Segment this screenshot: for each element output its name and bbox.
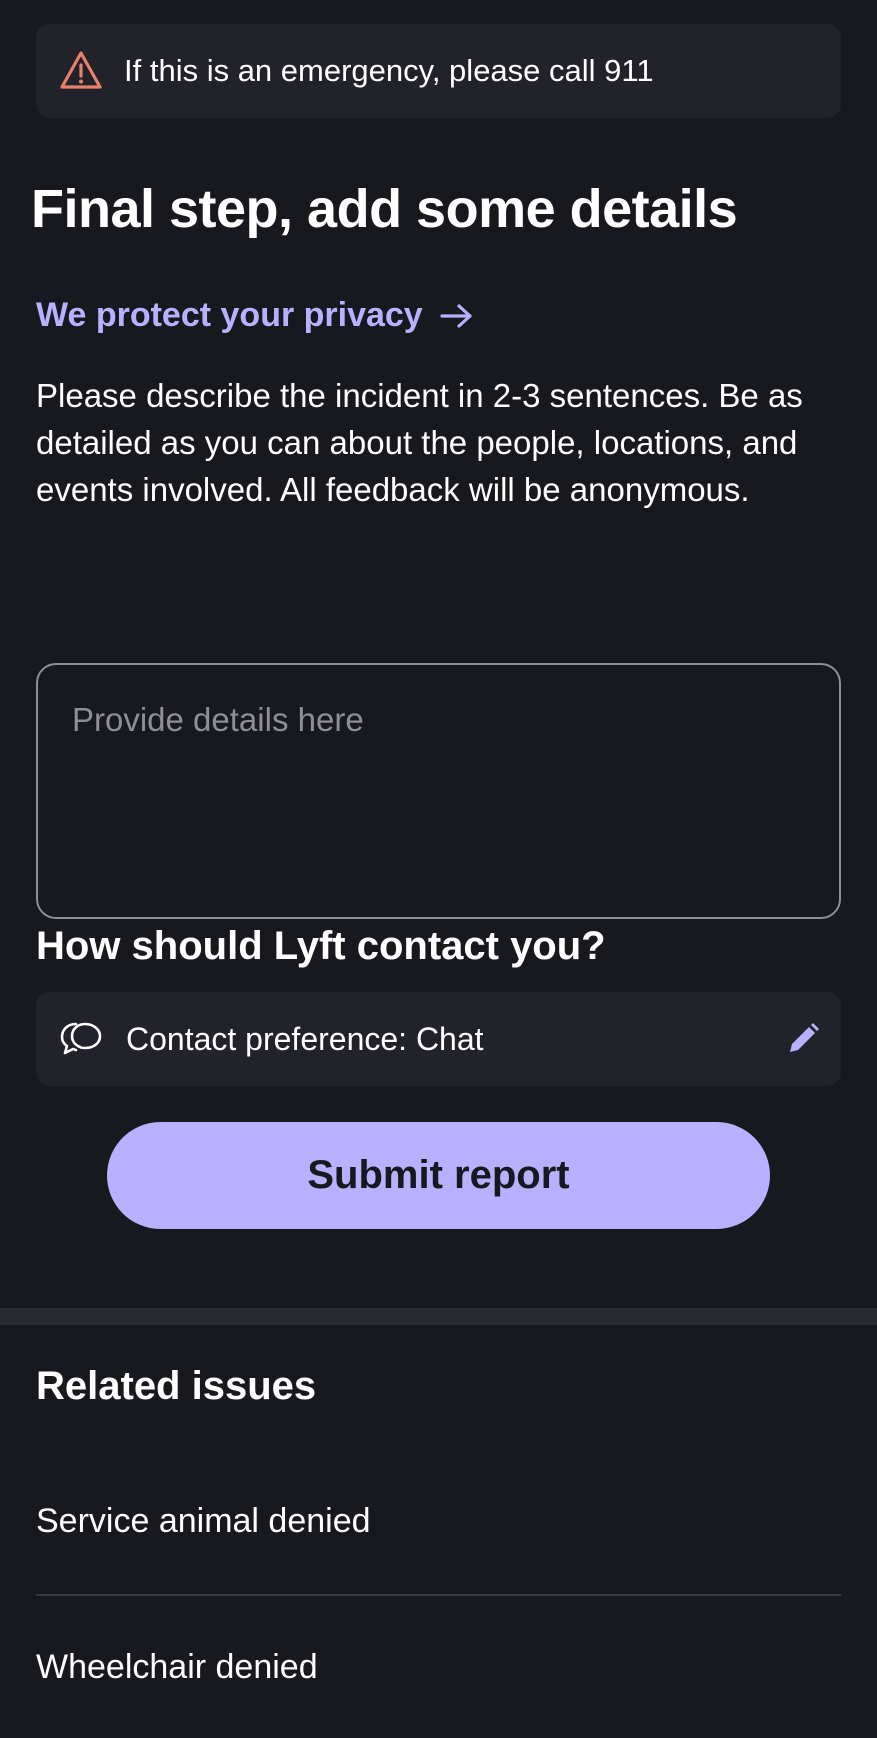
emergency-text: If this is an emergency, please call 911 bbox=[124, 53, 654, 88]
page-title: Final step, add some details bbox=[31, 179, 738, 239]
details-input[interactable] bbox=[36, 663, 841, 919]
section-divider bbox=[0, 1308, 877, 1325]
contact-preference-label: Contact preference: Chat bbox=[126, 1020, 484, 1057]
report-page: If this is an emergency, please call 911… bbox=[0, 0, 877, 1738]
arrow-right-icon bbox=[440, 303, 472, 328]
related-issue-item[interactable]: Wheelchair denied bbox=[36, 1648, 318, 1687]
privacy-link-label: We protect your privacy bbox=[36, 296, 423, 334]
related-issue-item[interactable]: Service animal denied bbox=[36, 1502, 371, 1541]
warning-triangle-icon bbox=[60, 51, 102, 89]
list-divider bbox=[36, 1594, 841, 1596]
emergency-banner: If this is an emergency, please call 911 bbox=[36, 24, 841, 118]
pencil-icon[interactable] bbox=[785, 1021, 821, 1057]
contact-heading: How should Lyft contact you? bbox=[36, 924, 606, 968]
privacy-link[interactable]: We protect your privacy bbox=[36, 296, 475, 335]
submit-report-button[interactable]: Submit report bbox=[107, 1122, 770, 1229]
contact-preference-row[interactable]: Contact preference: Chat bbox=[36, 992, 841, 1086]
related-issues-heading: Related issues bbox=[36, 1364, 317, 1408]
chat-bubbles-icon bbox=[60, 1022, 102, 1055]
incident-description: Please describe the incident in 2-3 sent… bbox=[36, 377, 803, 508]
